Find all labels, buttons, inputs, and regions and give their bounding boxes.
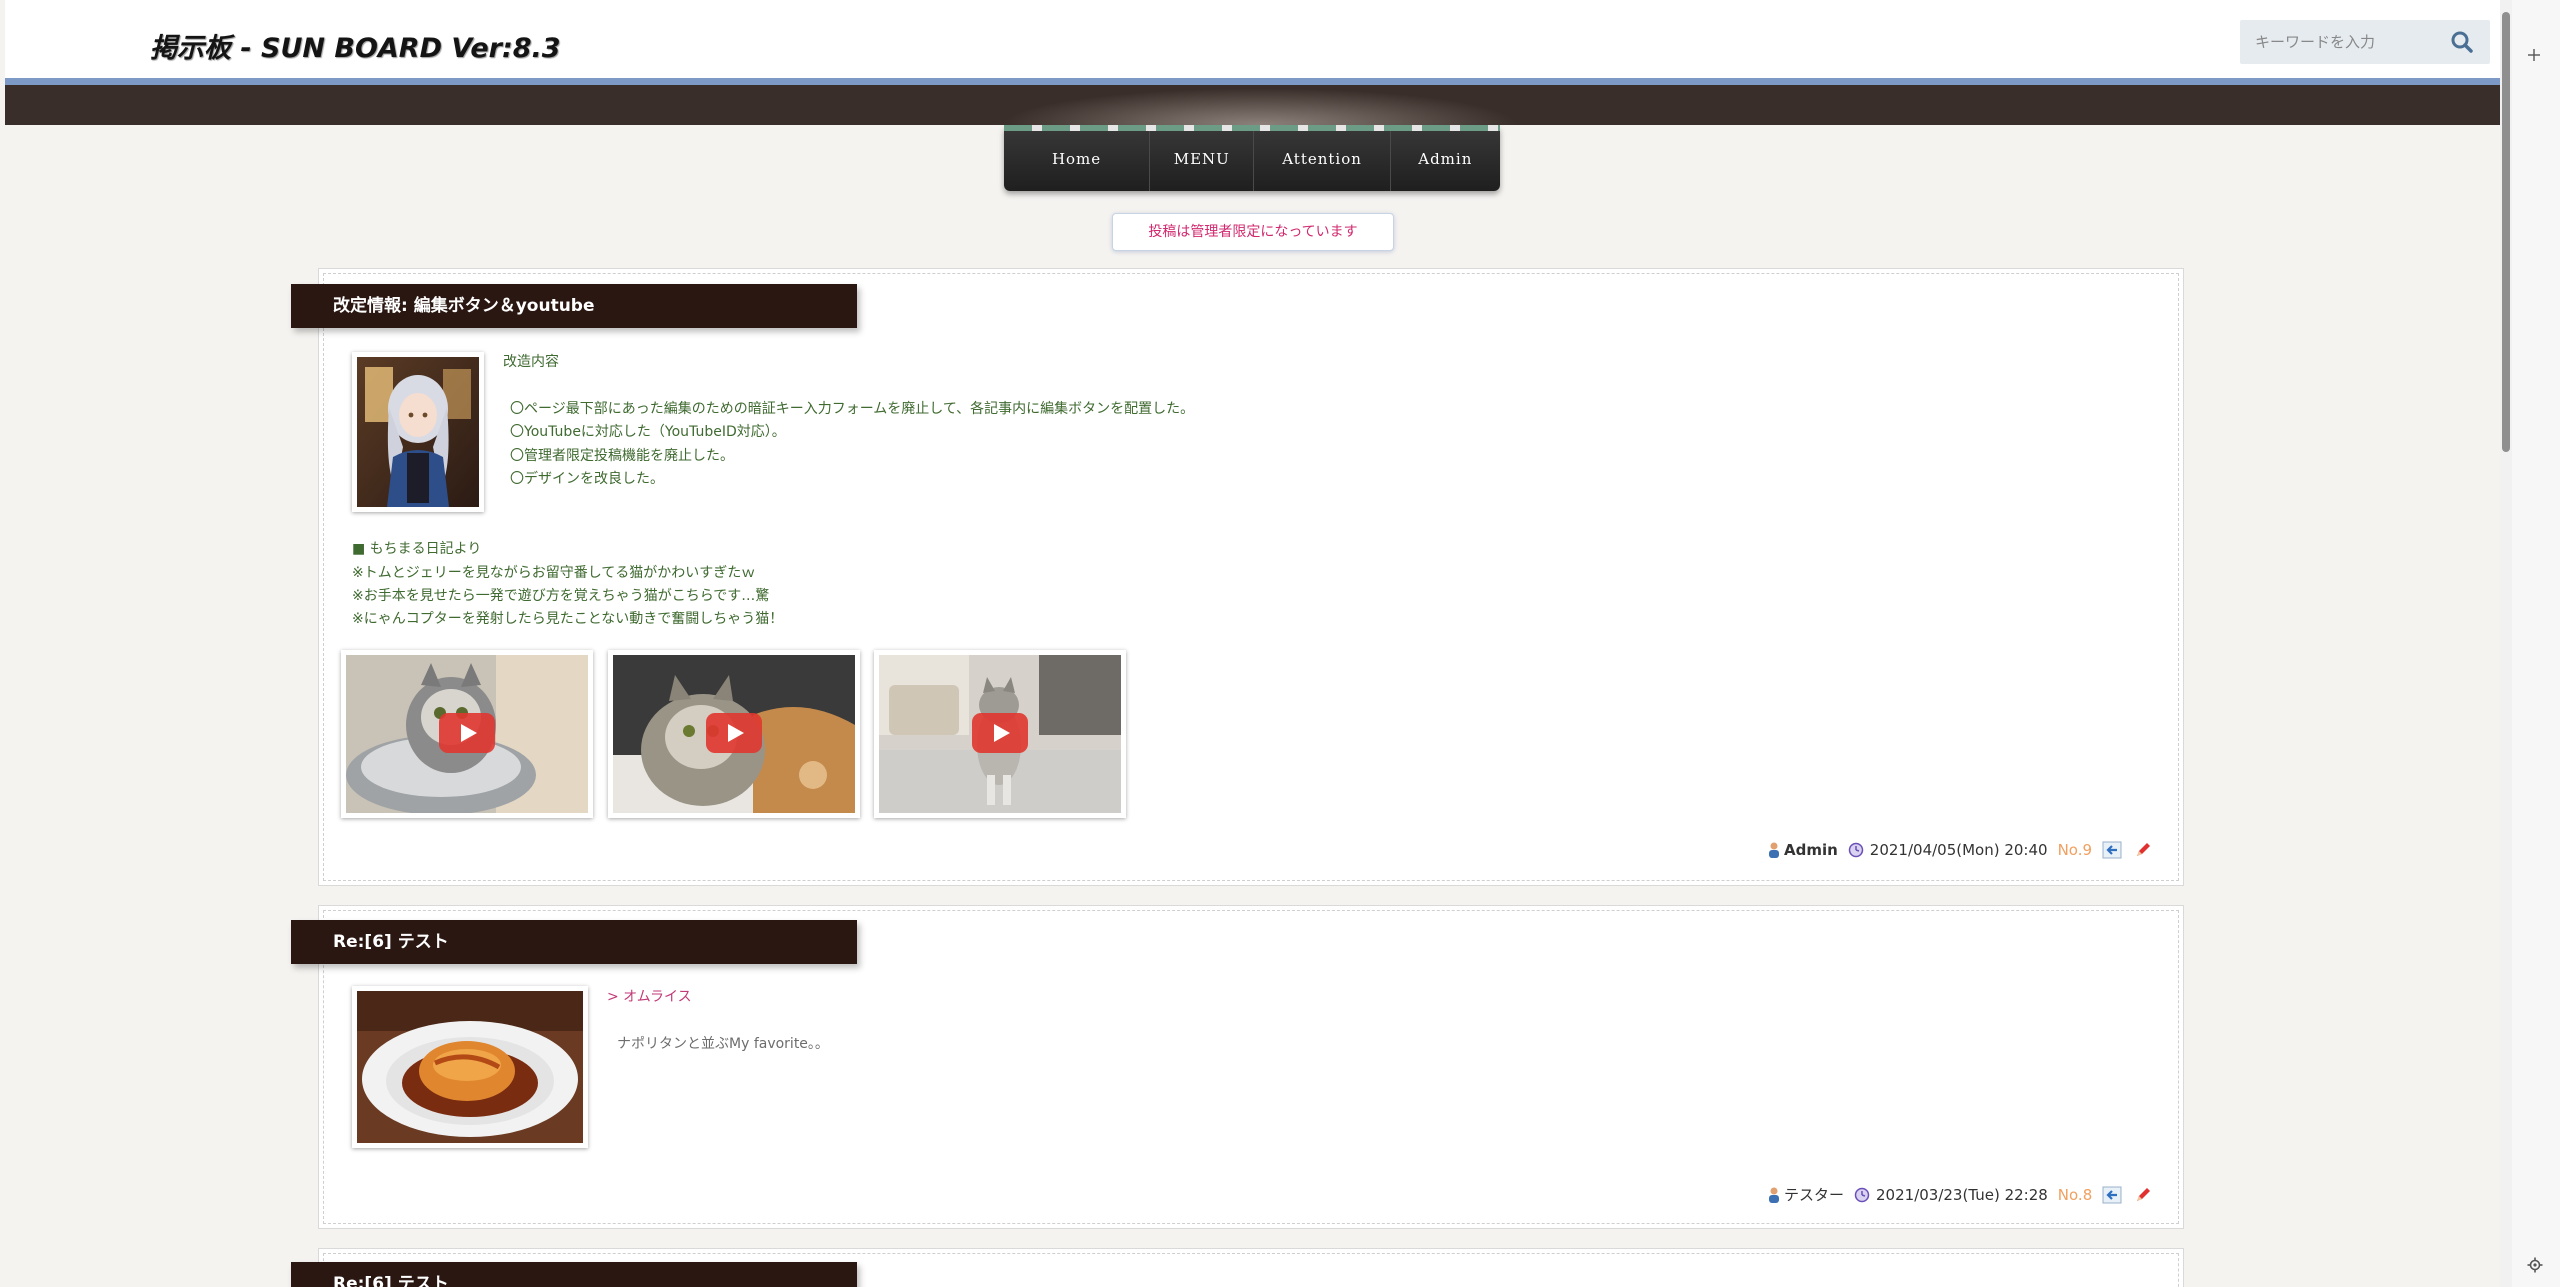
reply-icon[interactable] — [2102, 841, 2122, 859]
omurice-image — [357, 991, 583, 1143]
nav-glow — [980, 85, 1540, 125]
post-avatar[interactable] — [352, 352, 484, 512]
post-line: 〇ページ最下部にあった編集のための暗証キー入力フォームを廃止して、各記事内に編集… — [510, 401, 1195, 417]
clock-icon — [1854, 1187, 1870, 1202]
scrollbar-thumb[interactable] — [2502, 12, 2510, 452]
nav-item-admin[interactable]: Admin — [1391, 127, 1500, 191]
site-title[interactable]: 掲示板 - SUN BOARD Ver:8.3 — [150, 26, 561, 65]
diary-line: ※トムとジェリーを見ながらお留守番してる猫がかわいすぎたｗ — [352, 565, 756, 581]
post-title: Re:[6] テスト — [291, 1262, 857, 1287]
magnifier-icon — [2451, 31, 2473, 53]
post-title: 改定情報: 編集ボタン＆youtube — [291, 284, 857, 328]
video-thumbnail[interactable] — [608, 650, 860, 818]
gear-icon[interactable] — [2527, 1257, 2543, 1273]
post-author[interactable]: テスター — [1784, 1184, 1844, 1205]
youtube-play-icon[interactable] — [706, 713, 762, 753]
post-author[interactable]: Admin — [1784, 841, 1838, 859]
video-thumbnail[interactable] — [341, 650, 593, 818]
post-line: 〇管理者限定投稿機能を廃止した。 — [510, 448, 734, 464]
search-box — [2240, 20, 2490, 64]
post-title: Re:[6] テスト — [291, 920, 857, 964]
post-text: ナポリタンと並ぶMy favorite。。 — [617, 1036, 829, 1052]
plus-icon[interactable] — [2527, 48, 2541, 62]
diary-line: ※お手本を見せたら一発で遊び方を覚えちゃう猫がこちらです…驚 — [352, 588, 770, 604]
diary-line: ※にゃんコプターを発射したら見たことない動きで奮闘しちゃう猫！ — [352, 611, 784, 627]
post-intro: 改造内容 — [503, 354, 559, 370]
nav-item-attention[interactable]: Attention — [1254, 127, 1391, 191]
notice-banner: 投稿は管理者限定になっています — [1112, 213, 1394, 251]
reply-icon[interactable] — [2102, 1186, 2122, 1204]
post-number[interactable]: No.8 — [2058, 1186, 2092, 1204]
clock-icon — [1848, 842, 1864, 858]
post-footer: Admin 2021/04/05(Mon) 20:40 No.9 — [1768, 841, 2152, 859]
person-icon — [1769, 1187, 1779, 1203]
main-nav: Home MENU Attention Admin — [1004, 127, 1500, 191]
person-icon — [1769, 842, 1779, 858]
youtube-play-icon[interactable] — [972, 713, 1028, 753]
site-header: 掲示板 - SUN BOARD Ver:8.3 — [5, 0, 2500, 78]
post-footer: テスター 2021/03/23(Tue) 22:28 No.8 — [1768, 1184, 2152, 1205]
header-accent-line — [5, 78, 2500, 85]
post-quote: > オムライス — [607, 989, 692, 1005]
post-image[interactable] — [352, 986, 588, 1148]
post-date: 2021/03/23(Tue) 22:28 — [1876, 1185, 2048, 1204]
post-date: 2021/04/05(Mon) 20:40 — [1869, 841, 2048, 859]
nav-item-home[interactable]: Home — [1004, 127, 1151, 191]
nav-stripe — [1004, 125, 1500, 131]
youtube-play-icon[interactable] — [439, 713, 495, 753]
diary-heading: ■ もちまる日記より — [352, 541, 482, 557]
page: 掲示板 - SUN BOARD Ver:8.3 Home MENU Attent… — [0, 0, 2500, 1287]
search-input[interactable] — [2240, 20, 2455, 64]
post-line: 〇デザインを改良した。 — [510, 471, 664, 487]
anime-girl-image — [357, 357, 479, 507]
nav-item-menu[interactable]: MENU — [1150, 127, 1255, 191]
search-button[interactable] — [2445, 28, 2479, 56]
pencil-icon[interactable] — [2134, 1186, 2152, 1204]
pencil-icon[interactable] — [2134, 841, 2152, 859]
video-thumbnail[interactable] — [874, 650, 1126, 818]
post-number[interactable]: No.9 — [2058, 841, 2092, 859]
post-line: 〇YouTubeに対応した（YouTubeID対応）。 — [510, 424, 786, 440]
